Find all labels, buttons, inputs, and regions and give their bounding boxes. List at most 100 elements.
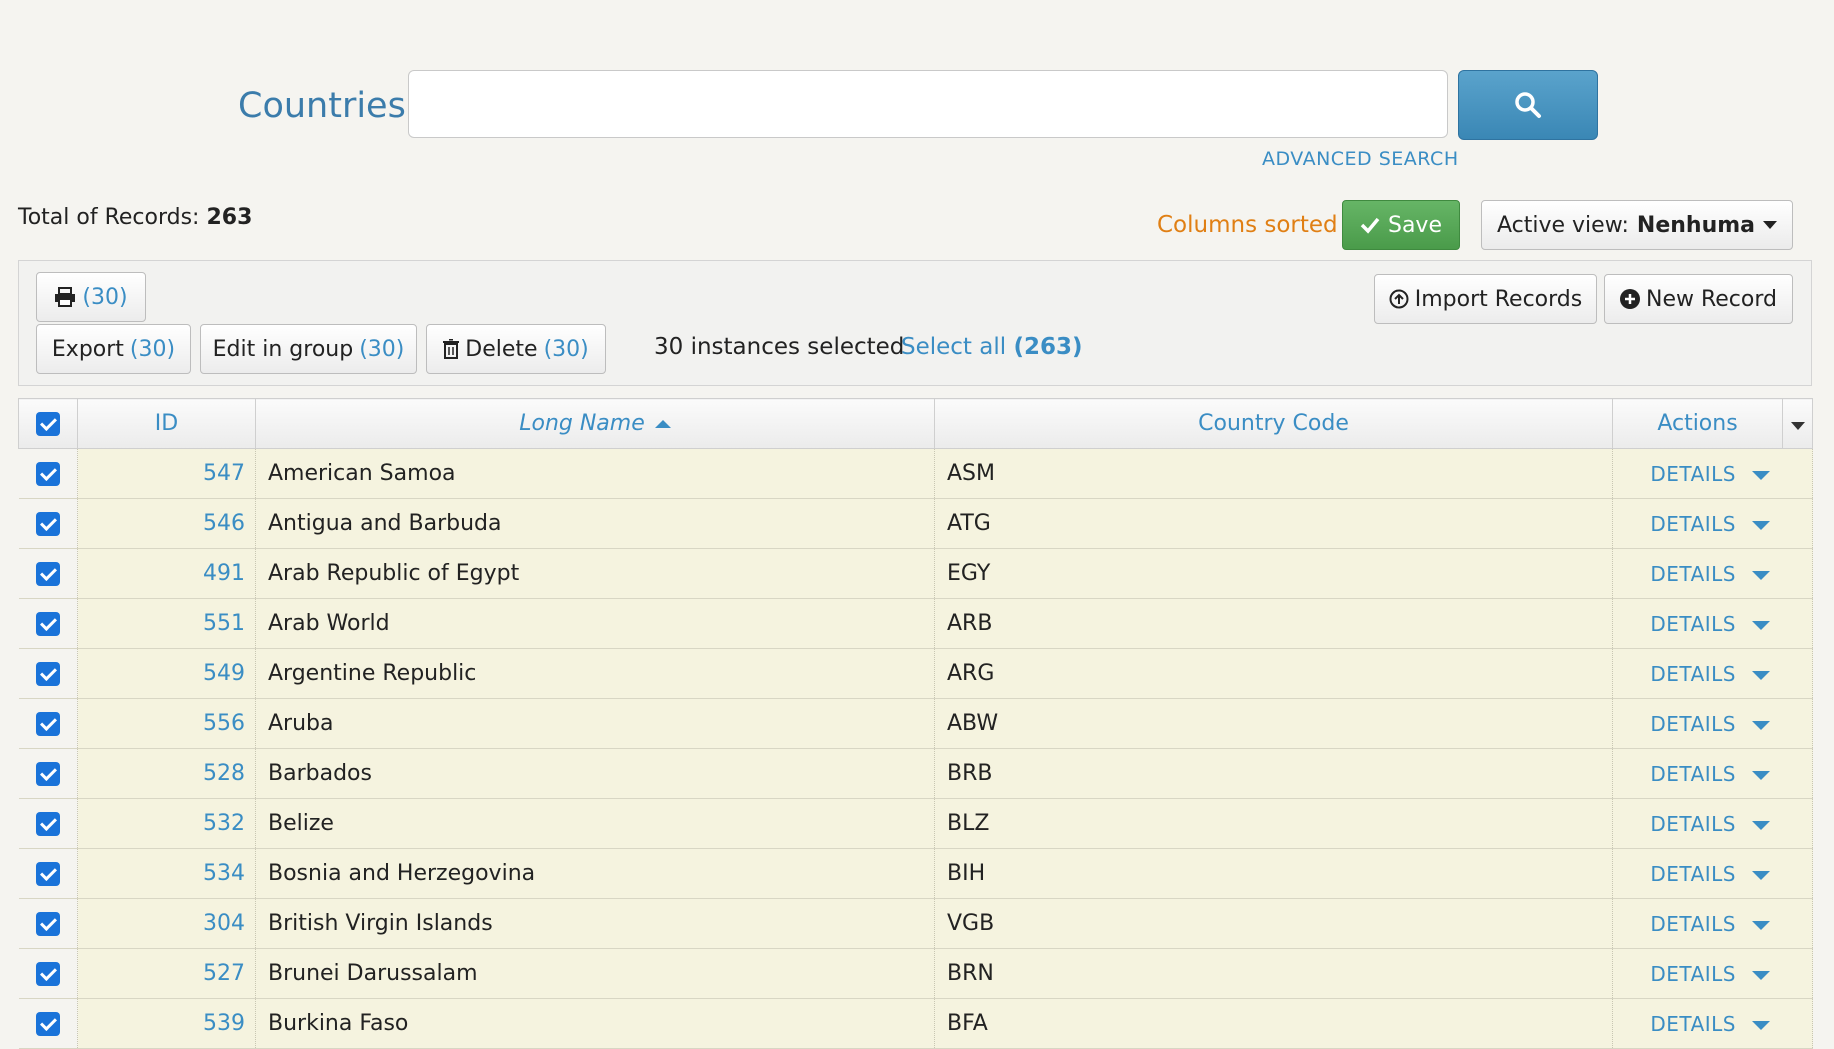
column-header-id[interactable]: ID (77, 398, 256, 449)
select-all-checkbox-cell[interactable] (18, 398, 78, 449)
row-country-code: BRN (934, 948, 1613, 999)
row-details-label: DETAILS (1650, 911, 1736, 936)
search-icon (1515, 92, 1541, 118)
advanced-search-link[interactable]: ADVANCED SEARCH (1262, 148, 1459, 170)
row-id[interactable]: 528 (77, 748, 256, 799)
row-details-button[interactable]: DETAILS (1612, 498, 1813, 549)
row-checkbox-cell[interactable] (18, 448, 78, 499)
export-label: Export (51, 336, 124, 362)
upload-circle-icon (1389, 289, 1409, 309)
table-row[interactable]: 532 Belize BLZ DETAILS (18, 798, 1813, 849)
row-id[interactable]: 532 (77, 798, 256, 849)
table-row[interactable]: 546 Antigua and Barbuda ATG DETAILS (18, 498, 1813, 549)
row-id[interactable]: 551 (77, 598, 256, 649)
row-details-button[interactable]: DETAILS (1612, 798, 1813, 849)
edit-in-group-button[interactable]: Edit in group (30) (200, 324, 417, 374)
records-table: ID Long Name Country Code Actions 547 Ame… (18, 398, 1813, 1049)
row-details-button[interactable]: DETAILS (1612, 548, 1813, 599)
row-id[interactable]: 527 (77, 948, 256, 999)
table-row[interactable]: 539 Burkina Faso BFA DETAILS (18, 998, 1813, 1049)
row-id[interactable]: 547 (77, 448, 256, 499)
table-row[interactable]: 556 Aruba ABW DETAILS (18, 698, 1813, 749)
row-country-code: ARG (934, 648, 1613, 699)
row-id[interactable]: 546 (77, 498, 256, 549)
column-header-long-name[interactable]: Long Name (255, 398, 935, 449)
delete-button[interactable]: Delete (30) (426, 324, 606, 374)
row-checkbox-cell[interactable] (18, 748, 78, 799)
row-details-button[interactable]: DETAILS (1612, 848, 1813, 899)
table-row[interactable]: 551 Arab World ARB DETAILS (18, 598, 1813, 649)
row-checkbox-cell[interactable] (18, 898, 78, 949)
chevron-down-icon (1752, 470, 1770, 480)
row-details-button[interactable]: DETAILS (1612, 698, 1813, 749)
row-checkbox[interactable] (35, 512, 60, 536)
import-records-label: Import Records (1414, 286, 1583, 312)
row-checkbox-cell[interactable] (18, 948, 78, 999)
import-records-button[interactable]: Import Records (1374, 274, 1597, 324)
row-checkbox-cell[interactable] (18, 698, 78, 749)
row-country-code: ASM (934, 448, 1613, 499)
row-checkbox-cell[interactable] (18, 798, 78, 849)
chevron-down-icon (1752, 670, 1770, 680)
row-id[interactable]: 534 (77, 848, 256, 899)
table-row[interactable]: 491 Arab Republic of Egypt EGY DETAILS (18, 548, 1813, 599)
search-input[interactable] (408, 70, 1448, 138)
table-row[interactable]: 534 Bosnia and Herzegovina BIH DETAILS (18, 848, 1813, 899)
check-icon (1360, 217, 1380, 234)
save-button[interactable]: Save (1342, 200, 1460, 250)
row-long-name: Bosnia and Herzegovina (255, 848, 935, 899)
row-checkbox-cell[interactable] (18, 848, 78, 899)
export-button[interactable]: Export (30) (36, 324, 191, 374)
row-checkbox[interactable] (35, 712, 60, 736)
table-row[interactable]: 547 American Samoa ASM DETAILS (18, 448, 1813, 499)
row-details-button[interactable]: DETAILS (1612, 598, 1813, 649)
row-details-label: DETAILS (1650, 761, 1736, 786)
new-record-button[interactable]: New Record (1604, 274, 1793, 324)
page-title: Countries (238, 86, 406, 126)
row-checkbox[interactable] (35, 462, 60, 486)
row-details-label: DETAILS (1650, 711, 1736, 736)
row-checkbox[interactable] (35, 662, 60, 686)
row-details-button[interactable]: DETAILS (1612, 998, 1813, 1049)
row-checkbox[interactable] (35, 862, 60, 886)
row-details-button[interactable]: DETAILS (1612, 898, 1813, 949)
row-id[interactable]: 549 (77, 648, 256, 699)
chevron-down-icon (1763, 221, 1777, 229)
row-checkbox-cell[interactable] (18, 648, 78, 699)
column-header-actions: Actions (1612, 398, 1783, 449)
print-button[interactable]: (30) (36, 272, 146, 322)
row-details-button[interactable]: DETAILS (1612, 648, 1813, 699)
row-details-button[interactable]: DETAILS (1612, 448, 1813, 499)
row-checkbox[interactable] (35, 912, 60, 936)
row-checkbox[interactable] (35, 762, 60, 786)
chevron-down-icon (1752, 770, 1770, 780)
row-checkbox-cell[interactable] (18, 998, 78, 1049)
row-checkbox[interactable] (35, 962, 60, 986)
table-row[interactable]: 527 Brunei Darussalam BRN DETAILS (18, 948, 1813, 999)
row-id[interactable]: 304 (77, 898, 256, 949)
table-header-row: ID Long Name Country Code Actions (18, 398, 1813, 449)
column-header-country-code[interactable]: Country Code (934, 398, 1613, 449)
row-checkbox-cell[interactable] (18, 548, 78, 599)
printer-icon (55, 287, 76, 307)
select-all-link[interactable]: Select all (263) (901, 334, 1083, 360)
column-options-toggle[interactable] (1782, 398, 1813, 449)
row-id[interactable]: 556 (77, 698, 256, 749)
row-id[interactable]: 539 (77, 998, 256, 1049)
row-checkbox[interactable] (35, 562, 60, 586)
row-checkbox[interactable] (35, 1012, 60, 1036)
table-row[interactable]: 304 British Virgin Islands VGB DETAILS (18, 898, 1813, 949)
row-country-code: BRB (934, 748, 1613, 799)
table-row[interactable]: 549 Argentine Republic ARG DETAILS (18, 648, 1813, 699)
select-all-checkbox[interactable] (36, 412, 60, 436)
row-checkbox[interactable] (35, 612, 60, 636)
active-view-dropdown[interactable]: Active view: Nenhuma (1481, 200, 1793, 250)
row-details-button[interactable]: DETAILS (1612, 748, 1813, 799)
row-details-button[interactable]: DETAILS (1612, 948, 1813, 999)
row-checkbox-cell[interactable] (18, 498, 78, 549)
row-id[interactable]: 491 (77, 548, 256, 599)
search-button[interactable] (1458, 70, 1598, 140)
table-row[interactable]: 528 Barbados BRB DETAILS (18, 748, 1813, 799)
row-checkbox-cell[interactable] (18, 598, 78, 649)
row-checkbox[interactable] (35, 812, 60, 836)
